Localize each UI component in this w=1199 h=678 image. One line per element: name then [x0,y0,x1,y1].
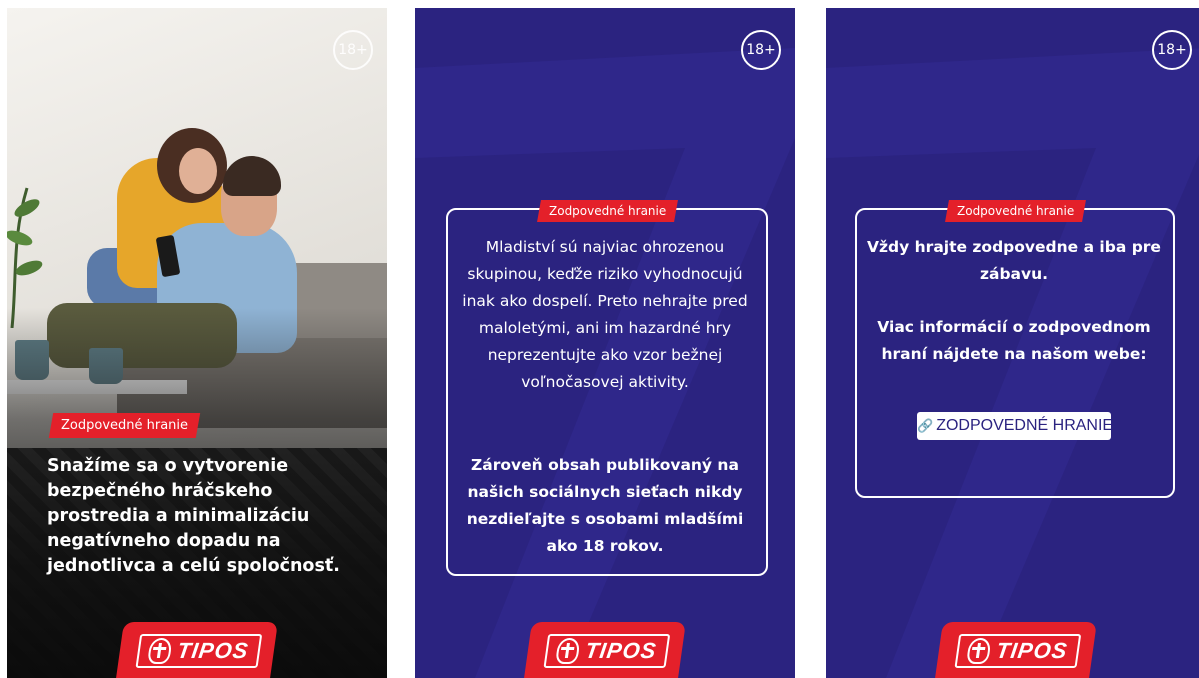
panel2-message-2: Zároveň obsah publikovaný na našich soci… [466,456,744,555]
responsible-gaming-tag: Zodpovedné hranie [48,413,201,438]
story-panel-info: 18+ Zodpovedné hranie Vždy hrajte zodpov… [826,8,1199,678]
age-badge-icon: 18+ [741,30,781,70]
logo-text: TIPOS [175,638,251,663]
logo-text: TIPOS [583,638,659,663]
link-icon: 🔗 [917,418,934,433]
panel1-message: Snažíme sa o vytvorenie bezpečného hráčs… [47,456,340,576]
logo-text: TIPOS [994,638,1070,663]
tipos-logo-icon [966,638,993,664]
plant-decoration [7,178,47,329]
responsible-gaming-tag: Zodpovedné hranie [537,200,679,222]
panel3-message-2: Viac informácií o zodpovednom hraní nájd… [877,318,1151,363]
age-badge-icon: 18+ [1152,30,1192,70]
tipos-logo: TIPOS [524,622,686,678]
story-panel-youth: 18+ Zodpovedné hranie Mladiství sú najvi… [415,8,795,678]
tipos-logo: TIPOS [935,622,1097,678]
panel2-message-1: Mladiství sú najviac ohrozenou skupinou,… [462,238,748,391]
panel3-message-1: Vždy hrajte zodpovedne a iba pre zábavu. [867,238,1161,283]
tipos-logo-icon [147,638,174,664]
age-badge-icon: 18+ [333,30,373,70]
tipos-logo-icon [555,638,582,664]
responsible-gaming-tag: Zodpovedné hranie [945,200,1087,222]
tipos-logo: TIPOS [116,622,278,678]
story-panel-photo: 18+ Zodpovedné hranie Snažíme sa o vytvo… [7,8,387,678]
woman-face [179,148,217,194]
link-label: ZODPOVEDNÉ HRANIE [936,417,1114,434]
responsible-gaming-link[interactable]: 🔗 ZODPOVEDNÉ HRANIE [917,412,1114,440]
